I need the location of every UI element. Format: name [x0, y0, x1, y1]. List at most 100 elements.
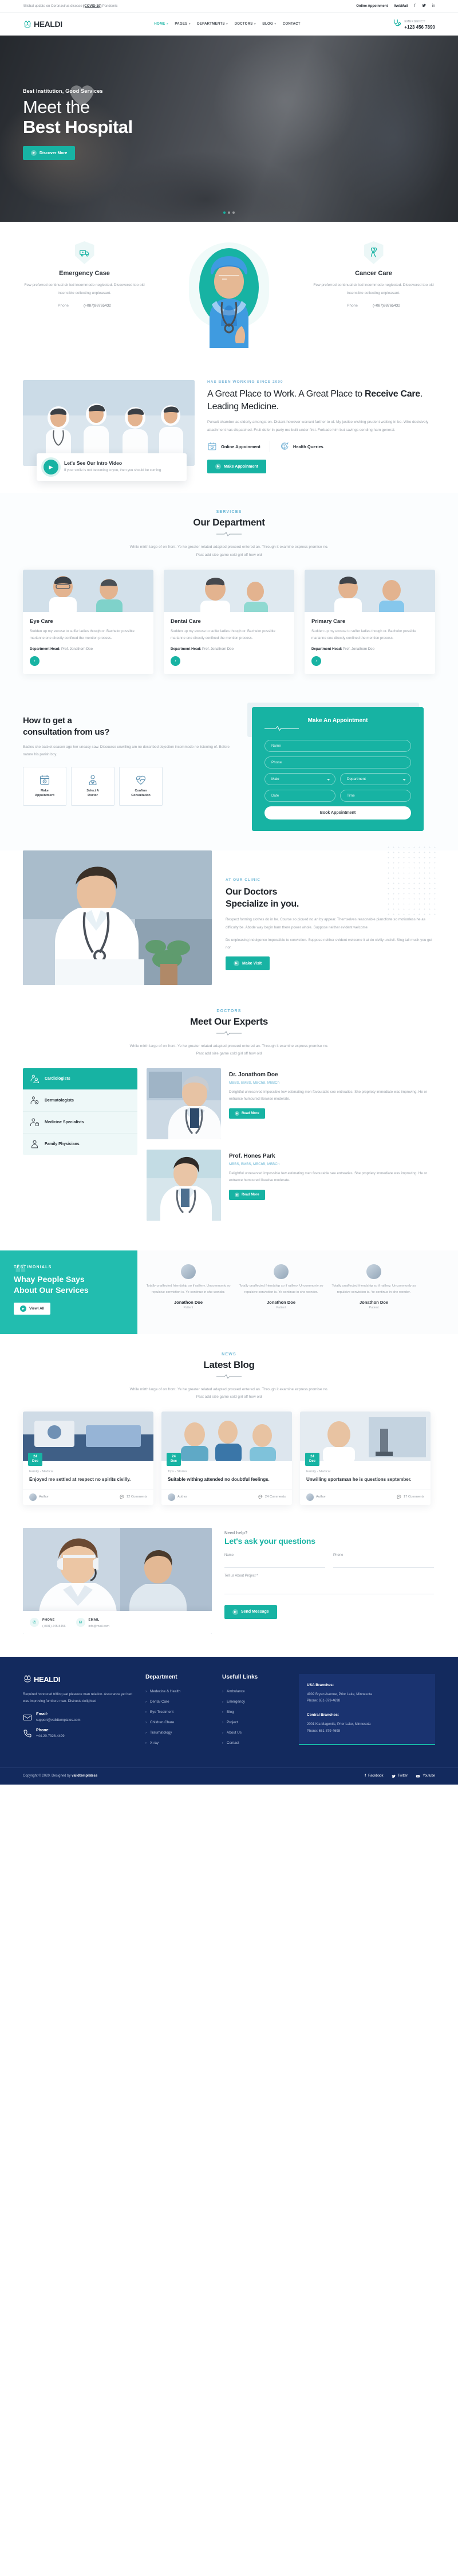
hero-title: Meet the Best Hospital: [23, 97, 435, 137]
make-visit-button[interactable]: ▶ Make Visit: [226, 956, 270, 971]
blog-badge-month: Dec: [309, 1459, 316, 1463]
step-label: Confirm Consultation: [131, 789, 151, 798]
department-arrow-button[interactable]: ›: [30, 656, 40, 666]
contact-phone-label: Phone: [333, 1553, 344, 1557]
blog-badge-day: 24: [33, 1455, 37, 1459]
contact-phone-input[interactable]: [333, 1559, 434, 1568]
slider-dot-1[interactable]: [223, 211, 226, 214]
feature-meta-label: Phone: [58, 304, 69, 308]
footer-useful-link[interactable]: Contact: [222, 1741, 286, 1745]
footer-twitter-link[interactable]: Twitter: [392, 1774, 408, 1778]
blog-card[interactable]: 24 Dec Family - Medical Enjoyed me settl…: [23, 1411, 153, 1505]
intro-video-card[interactable]: ▶ Let's See Our Intro Video If your smil…: [37, 453, 187, 481]
appointment-name-input[interactable]: [264, 739, 411, 752]
footer-department-link[interactable]: X-ray: [145, 1741, 210, 1745]
doctor-read-more-button[interactable]: ▶ Read More: [229, 1189, 265, 1200]
step-make-appointment[interactable]: Make Appointment: [23, 766, 66, 806]
footer-email[interactable]: Email: support@validtemplates.com: [23, 1712, 133, 1722]
clinic-paragraph-2: Do unpleasing indulgence impossible to c…: [226, 938, 432, 950]
hero-slider-dots[interactable]: [223, 211, 235, 214]
footer-logo[interactable]: HEALDI: [23, 1674, 133, 1685]
footer-useful-link[interactable]: Blog: [222, 1710, 286, 1714]
department-card-eye-care[interactable]: Eye Care Sudden up my excuse to suffer l…: [23, 569, 153, 674]
feature-title: Cancer Care: [355, 270, 392, 277]
tab-cardiologists[interactable]: Cardiologists: [23, 1068, 137, 1090]
footer-department-link[interactable]: Dental Care: [145, 1700, 210, 1704]
nav-item-blog[interactable]: BLOG ▾: [262, 22, 275, 26]
nav-item-doctors[interactable]: DOCTORS ▾: [235, 22, 256, 26]
nav-item-home[interactable]: HOME ▾: [154, 22, 168, 26]
contact-project-textarea[interactable]: [224, 1579, 434, 1594]
department-card-dental-care[interactable]: Dental Care Sudden up my excuse to suffe…: [164, 569, 294, 674]
nav-item-departments[interactable]: DEPARTMENTS ▾: [197, 22, 227, 26]
send-message-button[interactable]: ▶ Send Message: [224, 1605, 277, 1619]
footer-phone[interactable]: Phone: +44-20-7328-4499: [23, 1728, 133, 1738]
footer-useful-link[interactable]: Ambulance: [222, 1689, 286, 1693]
footer-links-title: Usefull Links: [222, 1673, 258, 1680]
department-head-label: Department Head:: [311, 646, 342, 651]
step-select-doctor[interactable]: Select A Doctor: [71, 766, 114, 806]
discover-more-button[interactable]: ▶ Discover More: [23, 146, 76, 160]
about-feature-health-queries[interactable]: Health Queries: [279, 441, 323, 452]
covid-link[interactable]: (COVID-19): [83, 5, 101, 8]
play-icon: ▶: [232, 1609, 238, 1615]
appointment-gender-select[interactable]: Male: [264, 773, 335, 785]
appointment-date-input[interactable]: [264, 789, 335, 802]
view-all-testimonials-button[interactable]: ▶ Viewl All: [14, 1303, 51, 1315]
contact-name-input[interactable]: [224, 1559, 325, 1568]
slider-dot-3[interactable]: [232, 211, 235, 214]
contact-email[interactable]: ✉ EMAIL info@mail.com: [76, 1616, 109, 1629]
feature-meta-value: (+087)98765432: [83, 304, 111, 308]
top-bar: !Global update on Coronavirus disease (C…: [0, 0, 458, 13]
calendar-icon: [207, 441, 217, 452]
footer-department-link[interactable]: Traumatology: [145, 1731, 210, 1735]
appointment-department-select[interactable]: Department: [340, 773, 411, 785]
play-video-button[interactable]: ▶: [44, 460, 58, 475]
comment-icon: 💬: [397, 1495, 401, 1499]
make-appointment-button[interactable]: ▶ Make Appoinment: [207, 460, 267, 474]
department-arrow-button[interactable]: ›: [311, 656, 321, 666]
footer-youtube-link[interactable]: Youtube: [416, 1774, 435, 1778]
blog-photo: 24 Dec: [161, 1411, 292, 1467]
webmail-link[interactable]: WebMail: [394, 5, 408, 8]
avatar: [168, 1493, 175, 1501]
linkedin-icon[interactable]: in: [432, 4, 435, 8]
blog-card[interactable]: 24 Dec Tips - Stories Suitable withing a…: [161, 1411, 292, 1505]
nav-item-pages[interactable]: PAGES ▾: [175, 22, 190, 26]
twitter-icon[interactable]: [422, 3, 426, 9]
doctor-read-more-button[interactable]: ▶ Read More: [229, 1108, 265, 1119]
nav-item-contact[interactable]: CONTACT: [283, 22, 301, 26]
appointment-time-input[interactable]: [340, 789, 411, 802]
contact-phone[interactable]: ✆ PHONE (+091) 245 8456: [30, 1616, 66, 1629]
footer-department-link[interactable]: Eye Treatment: [145, 1710, 210, 1714]
doctor-bio: Delightful unreserved impossible few est…: [229, 1171, 427, 1183]
tab-dermatologists[interactable]: Dermatologists: [23, 1090, 137, 1112]
about-feature-online-appointment[interactable]: Online Appoinment: [207, 441, 260, 452]
book-appointment-button[interactable]: Book Appointment: [264, 806, 411, 820]
footer-department-link[interactable]: Medecine & Health: [145, 1689, 210, 1693]
tab-medicine-specialists[interactable]: Medicine Specialists: [23, 1112, 137, 1134]
department-text: Sudden up my excuse to suffer ladies tho…: [311, 629, 416, 641]
comment-icon: 💬: [120, 1495, 124, 1499]
footer-useful-link[interactable]: Emergency: [222, 1700, 286, 1704]
footer-useful-link[interactable]: About Us: [222, 1731, 286, 1735]
department-arrow-button[interactable]: ›: [171, 656, 180, 666]
avatar: [306, 1493, 314, 1501]
department-card-primary-care[interactable]: Primary Care Sudden up my excuse to suff…: [305, 569, 435, 674]
online-appointment-link[interactable]: Online Appoinment: [356, 5, 388, 8]
footer-useful-link[interactable]: Project: [222, 1720, 286, 1724]
site-logo[interactable]: HEALDI: [23, 19, 62, 29]
step-confirm-consultation[interactable]: Confirm Consultation: [119, 766, 163, 806]
tab-family-physicians[interactable]: Family Physicians: [23, 1134, 137, 1155]
facebook-icon[interactable]: f: [414, 4, 416, 8]
copyright-brand[interactable]: validtemplatess: [72, 1774, 97, 1778]
emergency-contact[interactable]: EMERGENCY +123 456 7890: [392, 18, 435, 30]
stethoscope-icon: [392, 18, 402, 30]
testimonials-carousel[interactable]: Totally unaffected friendship so if rail…: [137, 1250, 458, 1334]
footer-department-link[interactable]: Children Chare: [145, 1720, 210, 1724]
testimonials-title-line2: About Our Services: [14, 1285, 89, 1295]
appointment-phone-input[interactable]: [264, 756, 411, 769]
blog-card[interactable]: 24 Dec Family - Medical Unwilling sports…: [300, 1411, 431, 1505]
slider-dot-2[interactable]: [228, 211, 230, 214]
footer-facebook-link[interactable]: f Facebook: [365, 1774, 383, 1778]
